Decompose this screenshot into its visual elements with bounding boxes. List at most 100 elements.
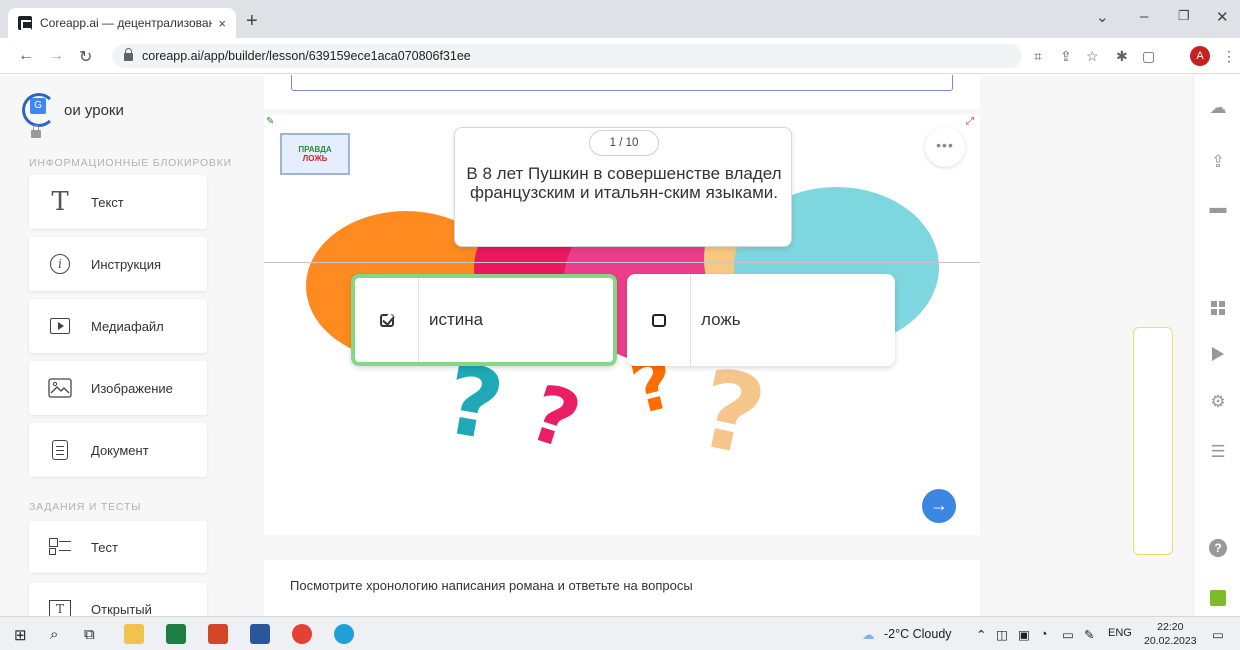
block-open-question[interactable]: T Открытый [29,583,207,616]
tray-chevron-icon[interactable]: ⌃ [976,627,986,642]
save-icon[interactable] [1207,587,1229,609]
edge-icon[interactable] [334,624,354,644]
block-label: Инструкция [91,256,161,272]
info-icon: i [50,254,70,274]
powerpoint-icon[interactable] [208,624,228,644]
bookmark-star-icon[interactable]: ☆ [1086,48,1099,65]
block-document[interactable]: Документ [29,423,207,477]
browser-menu-icon[interactable]: ⋮ [1222,48,1236,65]
tab-close-icon[interactable]: × [218,16,226,31]
block-image[interactable]: Изображение [29,361,207,415]
search-icon[interactable]: ⌕ [50,626,58,643]
expand-icon[interactable]: ⤢ [966,116,980,128]
lock-icon [31,125,41,138]
reload-icon[interactable]: ↻ [79,47,92,67]
block-text[interactable]: T Текст [29,175,207,229]
extensions-puzzle-icon[interactable]: ✱ [1116,48,1128,65]
minimize-button[interactable]: – [1140,8,1148,25]
next-arrow-button[interactable]: → [922,489,956,523]
answer-label: ложь [701,310,741,329]
browser-tab[interactable]: Coreapp.ai — децентрализован × [8,8,236,38]
notifications-icon[interactable]: ▭ [1212,627,1224,642]
brand-title: ои уроки [64,101,124,119]
forward-icon[interactable]: → [48,47,64,65]
block-label: Документ [91,442,149,458]
tab-title: Coreapp.ai — децентрализован [40,16,213,30]
play-preview-icon[interactable] [1207,343,1229,365]
side-slot-placeholder[interactable] [1133,327,1173,555]
text-T-icon: T [51,187,69,217]
restore-button[interactable]: ❐ [1178,8,1190,24]
translate-logo-icon [22,93,56,127]
blocks-sidebar: ои уроки ИНФОРМАЦИОННЫЕ БЛОКИРОВКИ T Тек… [0,75,233,616]
badge-line-true: ПРАВДА [298,145,332,154]
clock-date: 20.02.2023 [1144,635,1197,647]
checkbox[interactable] [627,274,691,366]
clock[interactable]: 22:20 20.02.2023 [1144,620,1197,648]
pink-question-mark: ? [519,368,591,468]
file-explorer-icon[interactable] [124,624,144,644]
open-question-icon: T [49,600,71,616]
profile-avatar[interactable]: A [1190,46,1210,66]
back-icon[interactable]: ← [18,47,34,65]
section-info-heading: ИНФОРМАЦИОННЫЕ БЛОКИРОВКИ [29,157,232,169]
help-icon[interactable]: ? [1207,537,1229,559]
quiz-slide: ? ? ? ? ✎ ⤢ ПРАВДА ЛОЖЬ 1 / 10 В 8 лет П… [264,115,980,535]
previous-block-field[interactable] [291,75,953,91]
wifi-icon[interactable]: ◔ [1040,627,1048,641]
answer-label: истина [429,310,484,329]
share-icon[interactable]: ⇪ [1060,48,1072,65]
word-icon[interactable] [250,624,270,644]
library-book-icon[interactable]: ▬ [1207,197,1229,219]
lock-icon [124,48,133,61]
url-text: coreapp.ai/app/builder/lesson/639159ece1… [142,49,471,63]
block-label: Медиафайл [91,318,164,334]
settings-gear-icon[interactable]: ⚙ [1207,391,1229,413]
image-icon [48,378,72,398]
brand[interactable]: ои уроки [22,93,124,127]
export-icon[interactable]: ⇪ [1207,151,1229,173]
badge-line-false: ЛОЖЬ [302,154,328,163]
answer-option-true[interactable]: истина [351,274,617,366]
chrome-icon[interactable] [292,624,312,644]
windows-taskbar: ⊞ ⌕ ⧉ ☁ -2°C Cloudy ⌃ ◫ ▣ ◔ ▭ ✎ ENG 22:2… [0,616,1240,650]
answer-option-false[interactable]: ложь [627,274,895,366]
block-label: Текст [91,194,124,210]
checkbox[interactable] [355,278,419,362]
task-view-icon[interactable]: ⧉ [84,626,95,643]
question-counter: 1 / 10 [589,130,659,156]
divider-line [264,262,980,263]
next-block-title: Посмотрите хронологию написания романа и… [290,578,693,593]
address-toolbar: ← → ↻ coreapp.ai/app/builder/lesson/6391… [0,38,1240,74]
section-tasks-heading: ЗАДАНИЯ И ТЕСТЫ [29,501,142,513]
tray-app-icon[interactable]: ◫ [996,627,1008,642]
coreapp-favicon-icon [18,16,32,30]
upload-cloud-icon[interactable]: ☁ [1207,97,1229,119]
lesson-canvas: ? ? ? ? ✎ ⤢ ПРАВДА ЛОЖЬ 1 / 10 В 8 лет П… [233,75,1013,616]
side-panel-icon[interactable]: ▢ [1142,48,1155,65]
cloud-weather-icon: ☁ [862,628,875,642]
block-instruction[interactable]: i Инструкция [29,237,207,291]
language-indicator[interactable]: ENG [1108,627,1132,639]
pen-icon[interactable]: ✎ [1084,627,1094,642]
tab-search-icon[interactable]: ⌄ [1096,8,1109,26]
translate-icon[interactable]: ⌗ [1034,48,1042,65]
beige-question-mark: ? [687,345,775,482]
battery-icon[interactable]: ▭ [1062,627,1074,642]
checkbox-checked-icon [379,313,394,327]
excel-icon[interactable] [166,624,186,644]
block-test[interactable]: Тест [29,521,207,573]
true-false-badge-image: ПРАВДА ЛОЖЬ [280,133,350,175]
next-block-card[interactable]: Посмотрите хронологию написания романа и… [264,560,980,616]
new-tab-button[interactable]: + [246,10,258,33]
block-media[interactable]: Медиафайл [29,299,207,353]
edit-slide-icon[interactable]: ✎ [266,116,280,128]
more-options-button[interactable]: ••• [925,127,965,167]
grid-view-icon[interactable] [1207,297,1229,319]
tray-screen-icon[interactable]: ▣ [1018,627,1030,642]
address-bar[interactable]: coreapp.ai/app/builder/lesson/639159ece1… [112,44,1022,68]
weather-text[interactable]: -2°C Cloudy [884,627,952,641]
close-window-button[interactable]: ✕ [1216,8,1229,26]
windows-start-icon[interactable]: ⊞ [14,626,27,644]
archive-icon[interactable]: ☰ [1207,441,1229,463]
